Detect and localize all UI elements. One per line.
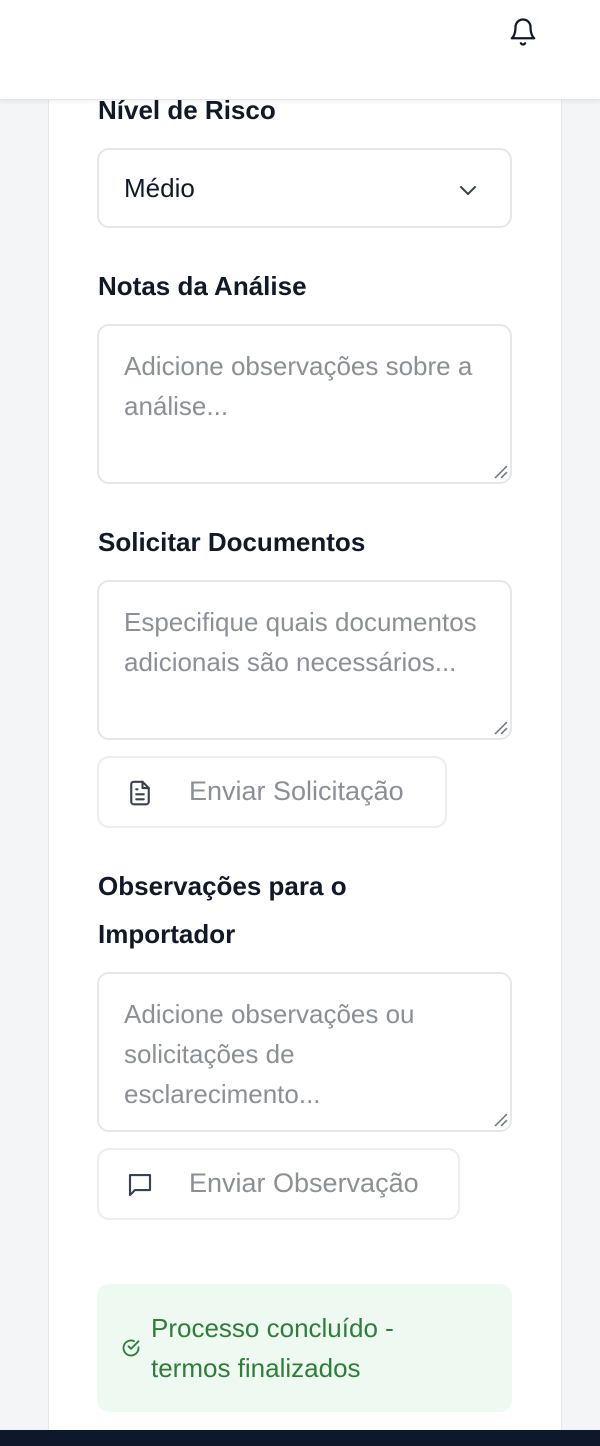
send-observation-label: Enviar Observação [189,1168,419,1198]
bell-icon[interactable] [506,14,540,50]
importer-notes-label-line1: Observações para o [98,871,347,901]
status-banner: Processo concluído - termos finalizados [97,1284,512,1412]
risk-level-select[interactable]: Médio [97,148,512,228]
send-request-label: Enviar Solicitação [189,776,404,806]
risk-level-value: Médio [124,172,195,203]
check-circle-icon [121,1338,141,1363]
request-documents-label: Solicitar Documentos [98,527,366,557]
importer-notes-label-line2: Importador [98,919,236,949]
message-icon [125,1170,155,1200]
importer-notes-textarea[interactable] [97,972,512,1132]
top-bar [0,0,600,100]
status-text-line1: Processo concluído - [151,1313,394,1343]
request-documents-textarea[interactable] [97,580,512,740]
send-observation-button[interactable]: Enviar Observação [97,1148,460,1220]
status-text-line2: termos finalizados [151,1353,361,1383]
footer-bar [0,1430,600,1446]
document-icon [125,778,155,808]
send-request-button[interactable]: Enviar Solicitação [97,756,447,828]
chevron-down-icon [456,178,480,209]
analysis-notes-textarea[interactable] [97,324,512,484]
analysis-notes-label: Notas da Análise [98,271,307,301]
